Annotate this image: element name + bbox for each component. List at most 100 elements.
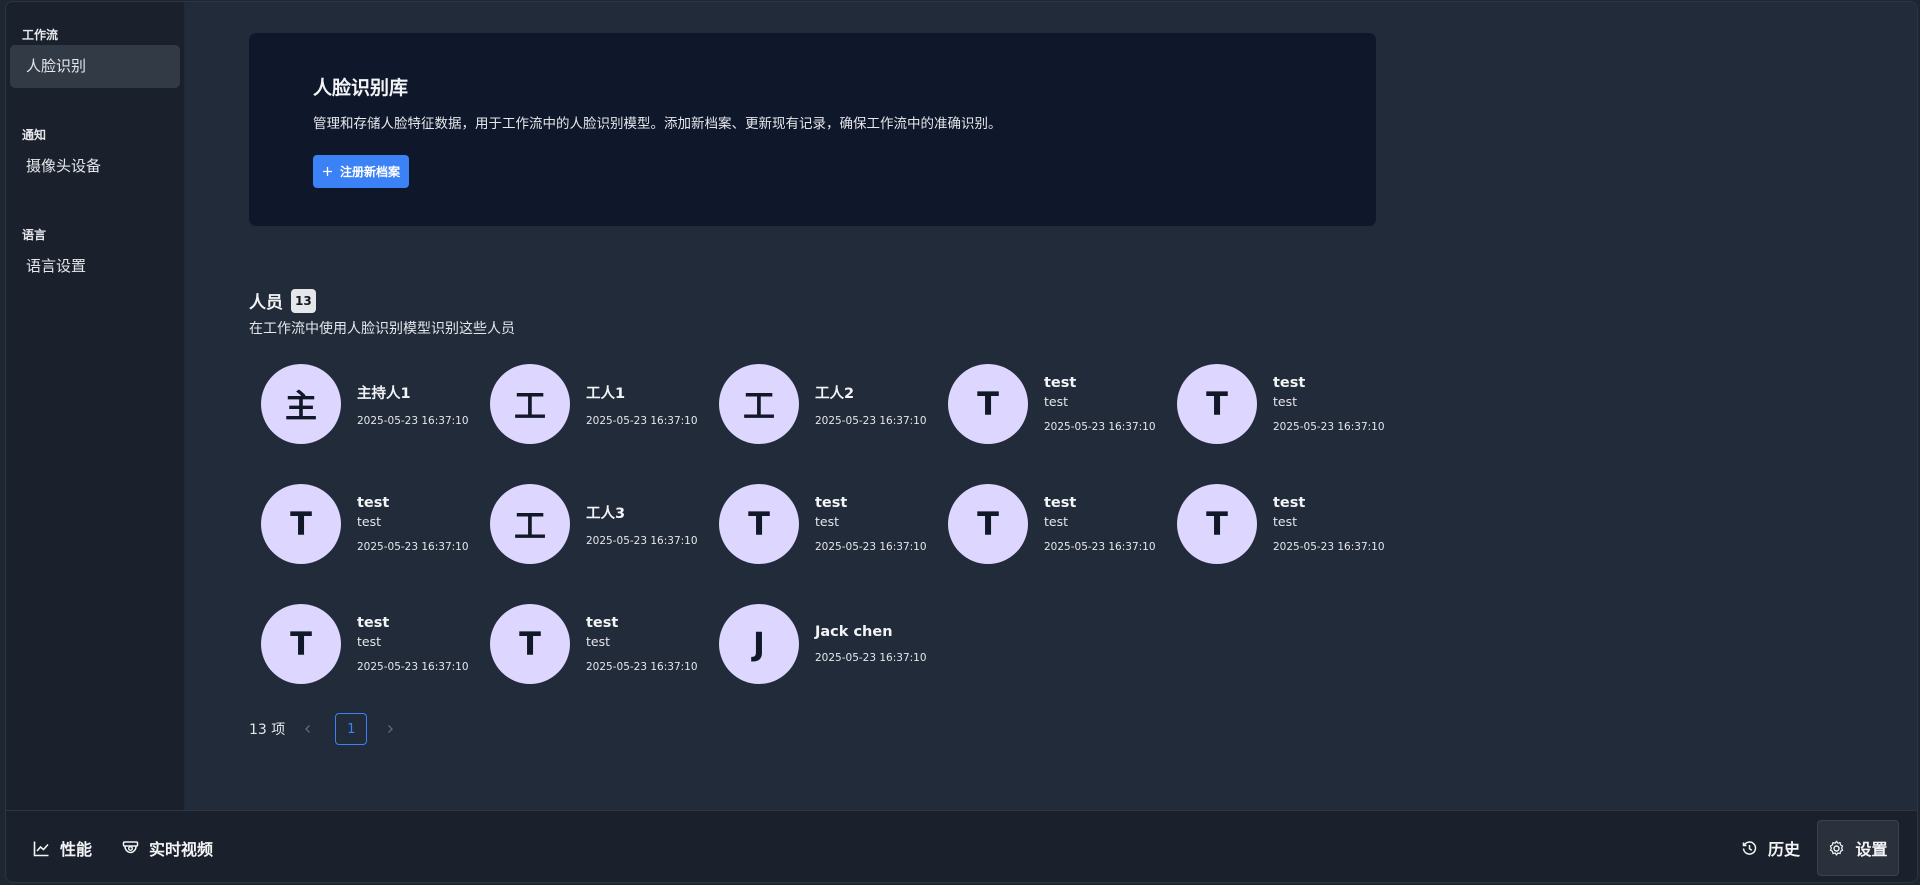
register-profile-label: 注册新档案 (339, 165, 400, 179)
sidebar-item-face-recognition[interactable]: 人脸识别 (10, 45, 180, 88)
history-icon (1741, 840, 1758, 857)
person-description: test (1273, 514, 1298, 529)
app-window: 工作流 人脸识别 通知 摄像头设备 语言 语言设置 人脸识别库 管理和存储人脸特… (5, 1, 1918, 883)
performance-button[interactable]: 性能 (33, 811, 93, 882)
person-card[interactable]: Ttest test 2025-05-23 16:37:10 (1165, 358, 1394, 478)
people-header: 人员 13 (249, 288, 316, 313)
person-info: 工人1 2025-05-23 16:37:10 (586, 364, 698, 444)
person-timestamp: 2025-05-23 16:37:10 (357, 541, 469, 553)
person-card[interactable]: 主主持人1 2025-05-23 16:37:10 (249, 358, 478, 478)
chevron-left-icon[interactable] (303, 724, 317, 734)
person-name: test (1044, 375, 1077, 391)
person-card[interactable]: Ttest test 2025-05-23 16:37:10 (1165, 478, 1394, 598)
person-info: test test 2025-05-23 16:37:10 (1044, 484, 1156, 564)
settings-button[interactable]: 设置 (1817, 820, 1899, 876)
avatar: 主 (261, 364, 341, 444)
sidebar-item-language-settings[interactable]: 语言设置 (10, 245, 180, 288)
sidebar-item-label: 语言设置 (26, 257, 87, 275)
person-info: 主持人1 2025-05-23 16:37:10 (357, 364, 469, 444)
person-description: test (1273, 394, 1298, 409)
person-info: 工人3 2025-05-23 16:37:10 (586, 484, 698, 564)
person-info: test test 2025-05-23 16:37:10 (815, 484, 927, 564)
avatar: 工 (490, 364, 570, 444)
avatar: 工 (719, 364, 799, 444)
person-description: test (586, 634, 611, 649)
person-name: test (815, 495, 848, 511)
people-subtitle: 在工作流中使用人脸识别模型识别这些人员 (249, 321, 515, 337)
person-timestamp: 2025-05-23 16:37:10 (815, 652, 927, 664)
bottom-bar: 性能 实时视频 历史 设置 (6, 810, 1917, 882)
person-name: test (357, 615, 390, 631)
person-timestamp: 2025-05-23 16:37:10 (357, 414, 469, 427)
person-card[interactable]: J Jack chen 2025-05-23 16:37:10 (707, 598, 936, 718)
sidebar-item-label: 摄像头设备 (26, 157, 102, 175)
person-timestamp: 2025-05-23 16:37:10 (815, 414, 927, 427)
sidebar-group-title-workflow: 工作流 (22, 28, 59, 42)
person-name: test (586, 615, 619, 631)
register-profile-button[interactable]: 注册新档案 (313, 155, 409, 188)
person-name: test (1273, 375, 1306, 391)
avatar: T (261, 604, 341, 684)
sidebar-group-title-language: 语言 (22, 228, 47, 242)
person-timestamp: 2025-05-23 16:37:10 (586, 661, 698, 673)
avatar: T (261, 484, 341, 564)
camera-icon (122, 840, 139, 857)
avatar: T (1177, 484, 1257, 564)
avatar: T (948, 484, 1028, 564)
person-description: test (815, 514, 840, 529)
person-card[interactable]: Ttest test 2025-05-23 16:37:10 (478, 598, 707, 718)
live-video-button[interactable]: 实时视频 (122, 811, 214, 882)
person-card[interactable]: Ttest test 2025-05-23 16:37:10 (936, 358, 1165, 478)
person-timestamp: 2025-05-23 16:37:10 (1044, 541, 1156, 553)
person-description: test (357, 634, 382, 649)
sidebar: 工作流 人脸识别 通知 摄像头设备 语言 语言设置 (6, 2, 184, 810)
people-count-badge: 13 (291, 288, 316, 313)
person-info: test test 2025-05-23 16:37:10 (1273, 364, 1385, 444)
person-info: test test 2025-05-23 16:37:10 (1273, 484, 1385, 564)
person-description: test (1044, 394, 1069, 409)
person-card[interactable]: 工工人3 2025-05-23 16:37:10 (478, 478, 707, 598)
performance-label: 性能 (60, 840, 93, 859)
person-info: test test 2025-05-23 16:37:10 (357, 484, 469, 564)
face-library-panel: 人脸识别库 管理和存储人脸特征数据，用于工作流中的人脸识别模型。添加新档案、更新… (249, 33, 1376, 226)
chevron-right-icon[interactable] (385, 724, 399, 734)
person-info: Jack chen 2025-05-23 16:37:10 (815, 604, 927, 684)
person-timestamp: 2025-05-23 16:37:10 (815, 541, 927, 553)
person-info: 工人2 2025-05-23 16:37:10 (815, 364, 927, 444)
person-card[interactable]: Ttest test 2025-05-23 16:37:10 (936, 478, 1165, 598)
pagination: 13 项 1 (249, 713, 399, 745)
avatar: T (490, 604, 570, 684)
history-label: 历史 (1768, 840, 1801, 859)
person-name: 主持人1 (357, 385, 411, 402)
person-card[interactable]: Ttest test 2025-05-23 16:37:10 (249, 478, 478, 598)
person-info: test test 2025-05-23 16:37:10 (357, 604, 469, 684)
person-timestamp: 2025-05-23 16:37:10 (586, 534, 698, 547)
person-name: test (357, 495, 390, 511)
person-description: test (357, 514, 382, 529)
person-name: test (1044, 495, 1077, 511)
person-timestamp: 2025-05-23 16:37:10 (357, 661, 469, 673)
person-timestamp: 2025-05-23 16:37:10 (1273, 541, 1385, 553)
avatar: J (719, 604, 799, 684)
gear-icon (1828, 840, 1845, 857)
pagination-total: 13 项 (249, 722, 286, 738)
person-name: Jack chen (815, 624, 893, 640)
person-info: test test 2025-05-23 16:37:10 (586, 604, 698, 684)
avatar: 工 (490, 484, 570, 564)
main-content: 人脸识别库 管理和存储人脸特征数据，用于工作流中的人脸识别模型。添加新档案、更新… (185, 2, 1917, 810)
live-video-label: 实时视频 (149, 840, 214, 859)
avatar: T (719, 484, 799, 564)
page-button-current[interactable]: 1 (335, 713, 368, 745)
person-name: 工人1 (586, 385, 626, 402)
people-title: 人员 (249, 293, 283, 313)
person-info: test test 2025-05-23 16:37:10 (1044, 364, 1156, 444)
person-timestamp: 2025-05-23 16:37:10 (1273, 421, 1385, 433)
person-card[interactable]: 工工人1 2025-05-23 16:37:10 (478, 358, 707, 478)
person-card[interactable]: 工工人2 2025-05-23 16:37:10 (707, 358, 936, 478)
person-card[interactable]: Ttest test 2025-05-23 16:37:10 (249, 598, 478, 718)
history-button[interactable]: 历史 (1741, 811, 1801, 882)
sidebar-item-camera-devices[interactable]: 摄像头设备 (10, 145, 180, 188)
plus-icon (322, 166, 333, 177)
line-chart-icon (33, 840, 50, 857)
person-card[interactable]: Ttest test 2025-05-23 16:37:10 (707, 478, 936, 598)
